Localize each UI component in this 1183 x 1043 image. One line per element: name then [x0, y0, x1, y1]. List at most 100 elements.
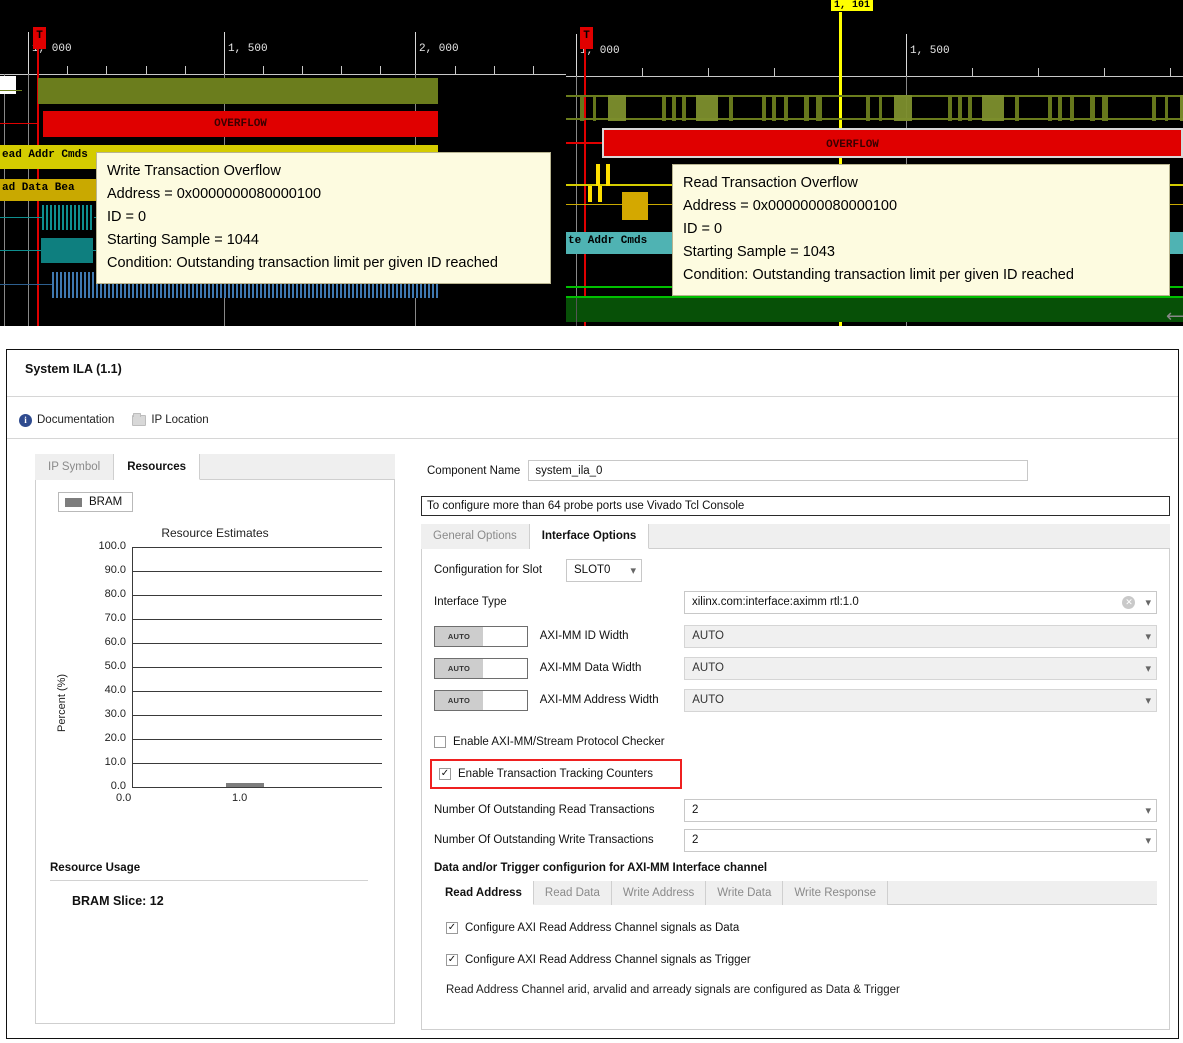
chevron-down-icon: ▾ — [1145, 662, 1151, 675]
outstanding-write-label: Number Of Outstanding Write Transactions — [434, 834, 654, 846]
ruler-baseline-right — [566, 76, 1183, 77]
tooltip-address: Address = 0x0000000080000100 — [107, 186, 322, 202]
channel-data-checkbox[interactable]: ✓ — [446, 922, 458, 934]
interface-options-form: Configuration for Slot SLOT0 ▾ Interface… — [421, 549, 1170, 1030]
tab-resources[interactable]: Resources — [114, 454, 201, 480]
toggle-on-label: AUTO — [435, 658, 483, 678]
ruler-minor-tick — [1170, 68, 1171, 77]
tooltip-read-transaction: Read Transaction Overflow Address = 0x00… — [672, 164, 1170, 296]
outstanding-write-select[interactable]: 2 ▾ — [684, 828, 1157, 852]
waveform-gridline — [576, 298, 577, 326]
component-name-input[interactable]: system_ila_0 — [528, 460, 1029, 481]
channel-data-checkbox-group[interactable]: ✓ Configure AXI Read Address Channel sig… — [446, 922, 739, 934]
axi-mm-id-width-select[interactable]: AUTO ▾ — [684, 624, 1157, 648]
signal-hatch-teal — [42, 205, 94, 230]
chart-gridline — [132, 571, 382, 572]
ip-location-link[interactable]: IP Location — [132, 412, 209, 426]
interface-type-value: xilinx.com:interface:aximm rtl:1.0 — [692, 596, 859, 608]
waveform-panel-left[interactable]: 1, 000 1, 500 2, 000 T OVERFLOW ead Addr… — [0, 0, 570, 326]
toggle-on-label: AUTO — [435, 690, 483, 710]
slot-select[interactable]: SLOT0 ▾ — [566, 558, 642, 582]
axi-mm-address-width-row: AUTO AXI-MM Address Width AUTO ▾ — [434, 687, 1157, 713]
ruler-minor-tick — [708, 68, 709, 77]
axi-mm-id-width-toggle[interactable]: AUTO — [434, 625, 528, 647]
outstanding-read-value: 2 — [692, 804, 699, 816]
tab-general-options[interactable]: General Options — [421, 524, 530, 549]
tab-write-data[interactable]: Write Data — [706, 881, 784, 905]
ruler-major-tick — [224, 32, 225, 74]
folder-icon — [132, 412, 147, 426]
left-tabstrip: IP Symbol Resources — [35, 454, 395, 480]
channel-data-row: ✓ Configure AXI Read Address Channel sig… — [446, 915, 1157, 941]
protocol-checker-checkbox-group[interactable]: Enable AXI-MM/Stream Protocol Checker — [434, 736, 665, 748]
outstanding-read-select[interactable]: 2 ▾ — [684, 798, 1157, 822]
ruler-major-tick — [576, 34, 577, 76]
tab-write-address[interactable]: Write Address — [611, 881, 707, 905]
tracking-counters-checkbox[interactable]: ✓ — [439, 768, 451, 780]
channel-tabstrip: Read Address Read Data Write Address Wri… — [434, 881, 1157, 905]
signal-label: te Addr Cmds — [568, 235, 648, 247]
chart-ytick-label: 30.0 — [104, 708, 126, 720]
signal-burst-yellow-low — [566, 186, 606, 202]
ruler-minor-tick — [67, 66, 68, 75]
axi-mm-address-width-toggle[interactable]: AUTO — [434, 689, 528, 711]
toolbar-divider — [7, 438, 1178, 439]
options-tabstrip: General Options Interface Options — [421, 524, 1170, 549]
outstanding-read-row: Number Of Outstanding Read Transactions … — [434, 797, 1157, 823]
ruler-minor-tick — [1038, 68, 1039, 77]
tooltip-title: Read Transaction Overflow — [683, 175, 858, 191]
outstanding-read-label: Number Of Outstanding Read Transactions — [434, 804, 655, 816]
tab-interface-options[interactable]: Interface Options — [529, 524, 650, 549]
axi-mm-address-width-select[interactable]: AUTO ▾ — [684, 688, 1157, 712]
signal-line-green — [0, 90, 22, 91]
chart-ytick-label: 100.0 — [98, 540, 126, 552]
ruler-minor-tick — [533, 66, 534, 75]
tracking-counters-row: ✓ Enable Transaction Tracking Counters — [434, 761, 1157, 787]
signal-line-red — [0, 123, 38, 124]
trigger-marker[interactable]: T — [580, 27, 593, 49]
tooltip-condition: Condition: Outstanding transaction limit… — [683, 267, 1074, 283]
tab-read-address[interactable]: Read Address — [434, 881, 534, 905]
slot-select-value: SLOT0 — [574, 564, 611, 576]
channel-note: Read Address Channel arid, arvalid and a… — [446, 984, 900, 996]
chevron-down-icon: ▾ — [1145, 804, 1151, 817]
ruler-major-tick — [906, 34, 907, 76]
axi-mm-data-width-value: AUTO — [692, 662, 724, 674]
resource-usage-divider — [50, 880, 368, 881]
ruler-minor-tick — [146, 66, 147, 75]
interface-type-select[interactable]: xilinx.com:interface:aximm rtl:1.0 ✕ ▾ — [684, 590, 1157, 614]
axi-mm-id-width-row: AUTO AXI-MM ID Width AUTO ▾ — [434, 623, 1157, 649]
probe-ports-note: To configure more than 64 probe ports us… — [421, 496, 1170, 516]
ruler-minor-tick — [774, 68, 775, 77]
channel-trigger-checkbox-group[interactable]: ✓ Configure AXI Read Address Channel sig… — [446, 954, 751, 966]
sample-marker-label[interactable]: 1, 101 — [831, 0, 874, 11]
signal-bar-teal — [41, 238, 93, 263]
chart-xtick-label: 1.0 — [232, 792, 248, 804]
slot-label: Configuration for Slot — [434, 564, 543, 576]
ruler-minor-tick — [494, 66, 495, 75]
trigger-marker[interactable]: T — [33, 27, 46, 49]
protocol-checker-checkbox[interactable] — [434, 736, 446, 748]
channel-trigger-row: ✓ Configure AXI Read Address Channel sig… — [446, 947, 1157, 973]
chart-ylabel: Percent (%) — [56, 673, 68, 732]
tab-read-data[interactable]: Read Data — [533, 881, 612, 905]
documentation-link[interactable]: i Documentation — [19, 413, 114, 427]
signal-bar-gold — [622, 192, 648, 220]
tracking-counters-label: Enable Transaction Tracking Counters — [458, 768, 653, 780]
ip-location-label: IP Location — [151, 414, 209, 426]
tab-write-response[interactable]: Write Response — [783, 881, 888, 905]
tooltip-condition: Condition: Outstanding transaction limit… — [107, 255, 498, 271]
legend-swatch-bram — [65, 497, 82, 507]
header-divider — [7, 396, 1178, 397]
chart-ytick-label: 60.0 — [104, 636, 126, 648]
axi-mm-data-width-toggle[interactable]: AUTO — [434, 657, 528, 679]
clear-icon[interactable]: ✕ — [1122, 595, 1136, 609]
tab-ip-symbol[interactable]: IP Symbol — [35, 454, 115, 480]
ruler-label: 1, 500 — [910, 45, 950, 57]
waveform-panel-right[interactable]: 1, 000 1, 500 1, 101 T OVERFLOW te Addr … — [566, 0, 1183, 326]
channel-note-row: Read Address Channel arid, arvalid and a… — [446, 977, 1157, 1003]
axi-mm-data-width-select[interactable]: AUTO ▾ — [684, 656, 1157, 680]
chart-gridline — [132, 547, 382, 548]
channel-trigger-checkbox[interactable]: ✓ — [446, 954, 458, 966]
tracking-counters-checkbox-group[interactable]: ✓ Enable Transaction Tracking Counters — [439, 768, 653, 780]
